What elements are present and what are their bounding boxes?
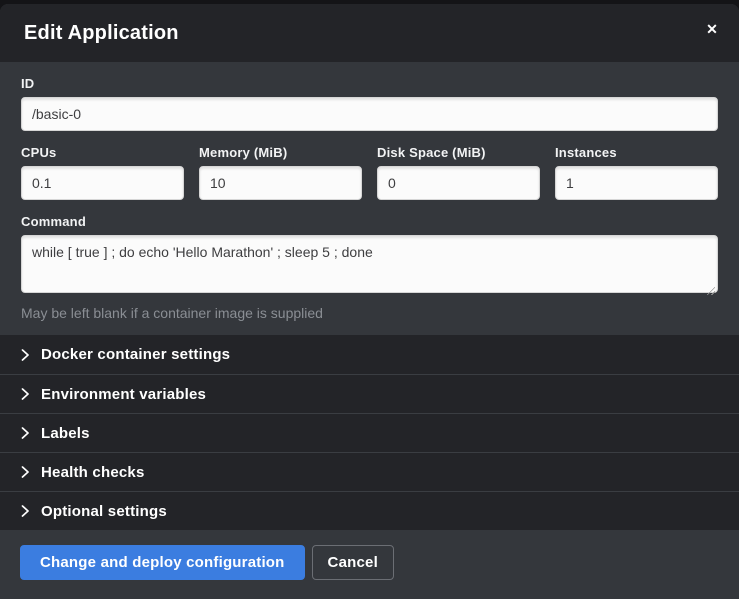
instances-input[interactable] <box>555 166 718 200</box>
cpus-input[interactable] <box>21 166 184 200</box>
change-and-deploy-button[interactable]: Change and deploy configuration <box>20 545 305 580</box>
close-icon[interactable]: ✕ <box>701 18 723 40</box>
id-input[interactable] <box>21 97 718 131</box>
edit-application-modal: Edit Application ✕ ID CPUs Memory (MiB) … <box>0 4 739 599</box>
modal-title: Edit Application <box>24 22 179 45</box>
application-form: ID CPUs Memory (MiB) Disk Space (MiB) In… <box>0 62 739 335</box>
chevron-right-icon <box>21 466 30 478</box>
chevron-right-icon <box>21 505 30 517</box>
instances-label: Instances <box>555 145 718 160</box>
resources-row: CPUs Memory (MiB) Disk Space (MiB) Insta… <box>21 145 718 200</box>
command-label: Command <box>21 214 718 229</box>
section-labels[interactable]: Labels <box>0 413 739 452</box>
cpus-field-group: CPUs <box>21 145 184 200</box>
cpus-label: CPUs <box>21 145 184 160</box>
command-help-text: May be left blank if a container image i… <box>21 305 718 321</box>
id-label: ID <box>21 76 718 91</box>
disk-label: Disk Space (MiB) <box>377 145 540 160</box>
section-label: Labels <box>41 425 90 442</box>
collapsible-sections: Docker container settings Environment va… <box>0 335 739 530</box>
disk-field-group: Disk Space (MiB) <box>377 145 540 200</box>
section-label: Optional settings <box>41 503 167 520</box>
modal-footer: Change and deploy configuration Cancel <box>0 530 739 599</box>
modal-header: Edit Application ✕ <box>0 4 739 62</box>
command-textarea[interactable]: while [ true ] ; do echo 'Hello Marathon… <box>21 235 718 293</box>
instances-field-group: Instances <box>555 145 718 200</box>
section-environment-variables[interactable]: Environment variables <box>0 374 739 413</box>
section-label: Health checks <box>41 464 144 481</box>
memory-field-group: Memory (MiB) <box>199 145 362 200</box>
chevron-right-icon <box>21 388 30 400</box>
memory-label: Memory (MiB) <box>199 145 362 160</box>
memory-input[interactable] <box>199 166 362 200</box>
chevron-right-icon <box>21 349 30 361</box>
section-docker-container-settings[interactable]: Docker container settings <box>0 335 739 374</box>
disk-input[interactable] <box>377 166 540 200</box>
id-field-group: ID <box>21 76 718 131</box>
command-field-group: Command while [ true ] ; do echo 'Hello … <box>21 214 718 321</box>
section-health-checks[interactable]: Health checks <box>0 452 739 491</box>
section-label: Environment variables <box>41 386 206 403</box>
section-label: Docker container settings <box>41 346 230 363</box>
section-optional-settings[interactable]: Optional settings <box>0 491 739 530</box>
cancel-button[interactable]: Cancel <box>312 545 394 580</box>
chevron-right-icon <box>21 427 30 439</box>
